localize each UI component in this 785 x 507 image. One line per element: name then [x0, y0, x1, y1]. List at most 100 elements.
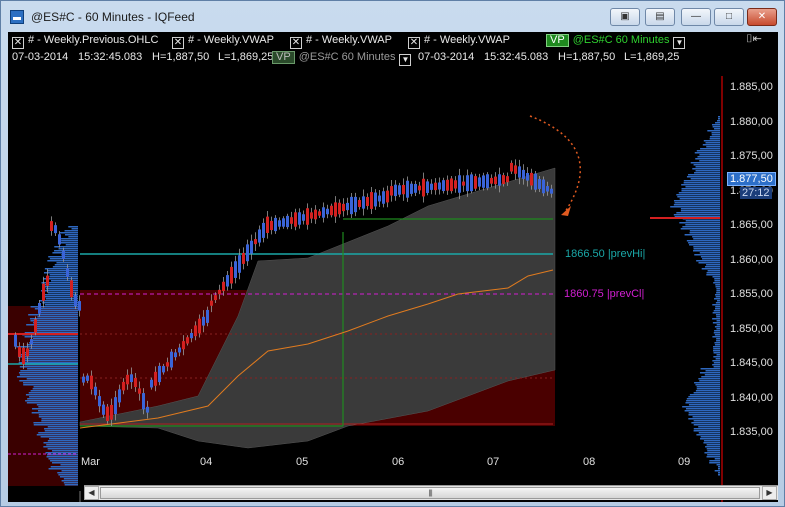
- right-profile-bar: [714, 298, 720, 300]
- left-profile-bar: [32, 408, 78, 410]
- candle-body: [550, 188, 553, 194]
- right-profile-bar: [706, 146, 720, 148]
- candle-body: [334, 202, 337, 217]
- close-button[interactable]: ✕: [747, 8, 777, 26]
- close-study-icon[interactable]: ✕: [12, 37, 24, 49]
- chart-svg: [8, 76, 723, 502]
- right-profile-bar: [712, 124, 720, 126]
- right-profile-bar: [686, 400, 720, 402]
- candle-body: [462, 181, 465, 186]
- right-profile-bar: [699, 154, 720, 156]
- candle-body: [502, 175, 505, 185]
- close-study-icon[interactable]: ✕: [290, 37, 302, 49]
- minimize-button[interactable]: —: [681, 8, 711, 26]
- right-profile-bar: [712, 360, 720, 362]
- series-dropdown-icon[interactable]: ▼: [673, 37, 686, 49]
- right-profile-bar: [685, 186, 720, 188]
- series-tag[interactable]: VP @ES#C 60 Minutes ▼: [546, 34, 686, 49]
- left-profile-bar: [25, 400, 78, 402]
- right-profile-bar: [695, 384, 720, 386]
- candle-body: [186, 337, 189, 344]
- candle-body: [338, 202, 341, 215]
- study-tag-weekly-vwap-1[interactable]: ✕ # - Weekly.VWAP: [172, 34, 274, 49]
- left-profile-bar: [44, 304, 78, 306]
- left-profile-bar: [24, 352, 78, 354]
- candle-body: [106, 406, 109, 422]
- left-profile-bar: [64, 230, 78, 232]
- candle-body: [58, 234, 61, 245]
- price-chart[interactable]: 1.885,001.880,001.875,001.870,001.865,00…: [8, 76, 778, 502]
- right-profile-bar: [714, 330, 720, 332]
- time-tick-label: Mar: [81, 456, 100, 468]
- candle-body: [150, 379, 153, 388]
- title-bar[interactable]: @ES#C - 60 Minutes - IQFeed ▣ ▤ — □ ✕: [1, 1, 784, 31]
- right-profile-bar: [696, 150, 720, 152]
- candle-body: [414, 183, 417, 193]
- candle-body: [86, 375, 89, 381]
- candle-body: [122, 381, 125, 391]
- right-profile-bar: [716, 328, 720, 330]
- candle-body: [418, 185, 421, 191]
- right-profile-bar: [695, 166, 720, 168]
- scroll-thumb[interactable]: ||||: [100, 487, 760, 499]
- candle-body: [370, 192, 373, 209]
- right-profile-bar: [703, 442, 720, 444]
- left-profile-bar: [37, 316, 78, 318]
- vp-badge-2[interactable]: VP: [272, 51, 295, 64]
- right-profile-bar: [713, 282, 720, 284]
- candle-body: [346, 202, 349, 211]
- study-tag-weekly-vwap-3[interactable]: ✕ # - Weekly.VWAP: [408, 34, 510, 49]
- link-icon[interactable]: ▣: [610, 8, 640, 26]
- left-profile-bar: [50, 460, 78, 462]
- candle-body: [46, 275, 49, 286]
- right-profile-bar: [711, 132, 720, 134]
- candle-body: [286, 215, 289, 228]
- left-profile-bar: [52, 462, 78, 464]
- close-study-icon[interactable]: ✕: [408, 37, 420, 49]
- candle-body: [394, 184, 397, 197]
- right-profile-bar: [688, 242, 720, 244]
- right-profile-bar: [693, 164, 720, 166]
- right-profile-bar: [715, 286, 720, 288]
- scroll-left-icon[interactable]: ◀: [84, 486, 99, 500]
- series-dropdown-icon-2[interactable]: ▼: [399, 54, 412, 66]
- right-profile-bar: [693, 424, 720, 426]
- candle-body: [302, 214, 305, 221]
- study-tag-weekly-previous-ohlc[interactable]: ✕ # - Weekly.Previous.OHLC: [12, 34, 158, 49]
- close-study-icon[interactable]: ✕: [172, 37, 184, 49]
- time-tick-label: 08: [583, 456, 596, 468]
- right-profile-bar: [714, 344, 720, 346]
- vp-badge[interactable]: VP: [546, 34, 569, 47]
- study-tag-weekly-vwap-2[interactable]: ✕ # - Weekly.VWAP: [290, 34, 392, 49]
- horizontal-scrollbar[interactable]: ◀ |||| ▶: [84, 485, 778, 500]
- left-profile-bar: [28, 314, 78, 316]
- left-profile-bar: [58, 474, 78, 476]
- left-profile-bar: [35, 326, 78, 328]
- right-profile-bar: [703, 140, 720, 142]
- right-profile-bar: [699, 372, 720, 374]
- candle-body: [426, 181, 429, 193]
- right-profile-bar: [702, 144, 720, 146]
- right-profile-bar: [718, 116, 720, 118]
- left-profile-bar: [31, 412, 78, 414]
- right-profile-bar: [706, 448, 720, 450]
- pin-icon[interactable]: ⌷⇤: [746, 32, 762, 46]
- candle-body: [98, 396, 101, 407]
- right-profile-bar: [707, 130, 720, 132]
- right-profile-bar: [693, 420, 720, 422]
- left-profile-bar: [47, 260, 78, 262]
- price-tick-label: 1.855,00: [730, 288, 773, 300]
- chart-area[interactable]: ✕ # - Weekly.Previous.OHLC ✕ # - Weekly.VW…: [8, 32, 778, 502]
- right-profile-bar: [704, 452, 720, 454]
- candle-body: [406, 180, 409, 198]
- candle-body: [450, 178, 453, 192]
- right-profile-bar: [712, 276, 720, 278]
- left-profile-bar: [38, 410, 78, 412]
- candle-body: [74, 295, 77, 306]
- maximize-button[interactable]: □: [714, 8, 744, 26]
- tile-icon[interactable]: ▤: [645, 8, 675, 26]
- right-profile-bar: [714, 342, 720, 344]
- right-profile-bar: [700, 438, 720, 440]
- scroll-right-icon[interactable]: ▶: [762, 486, 777, 500]
- series-tag-2[interactable]: VP @ES#C 60 Minutes ▼: [272, 51, 412, 66]
